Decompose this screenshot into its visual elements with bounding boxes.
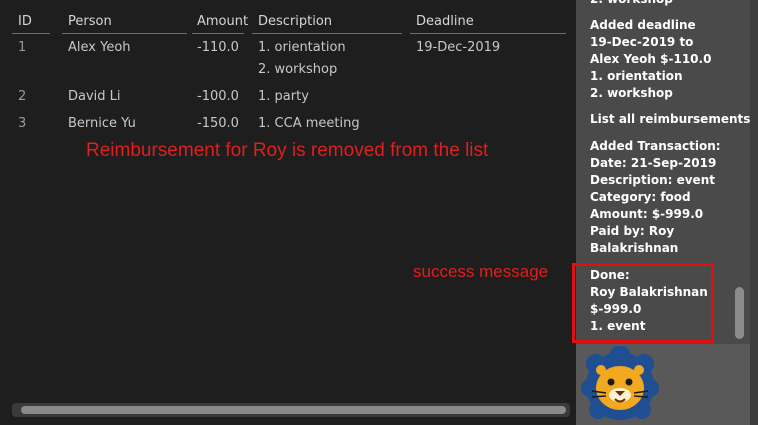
log-message-line: Date: 21-Sep-2019 (590, 156, 717, 170)
log-message-line: Paid by: Roy (590, 224, 675, 238)
log-message-line: Category: food (590, 190, 691, 204)
log-message-line: 19-Dec-2019 to (590, 35, 694, 49)
row-3-person: Bernice Yu (68, 116, 136, 131)
header-underline (192, 33, 244, 34)
row-2-person: David Li (68, 89, 121, 104)
log-message-line: Amount: $-999.0 (590, 207, 704, 221)
window-edge (750, 0, 758, 425)
row-2-amount: -100.0 (197, 89, 239, 104)
header-underline (62, 33, 187, 34)
horizontal-scrollbar-thumb[interactable] (21, 406, 566, 414)
log-message-line: Alex Yeoh $-110.0 (590, 52, 712, 66)
success-message-annotation: success message (413, 262, 549, 281)
removal-annotation: Reimbursement for Roy is removed from th… (86, 140, 489, 161)
log-message-line: 1. orientation (590, 69, 683, 83)
vertical-scrollbar-thumb[interactable] (735, 287, 744, 339)
log-message-line: Added Transaction: (590, 139, 721, 153)
log-message-line: 2. workshop (590, 86, 673, 100)
row-2-description-line-1: 1. party (258, 89, 309, 104)
row-1-deadline: 19-Dec-2019 (416, 40, 501, 55)
row-1-description-line-2: 2. workshop (258, 62, 338, 77)
row-1-id: 1 (18, 40, 27, 55)
log-partial-line: 2. workshop (590, 0, 673, 8)
log-message-line: List all reimbursements. (590, 112, 755, 126)
log-message-line: Added deadline (590, 18, 696, 32)
row-1-description-line-1: 1. orientation (258, 40, 346, 55)
header-underline (252, 33, 402, 34)
row-1-person: Alex Yeoh (68, 40, 131, 55)
log-message-line: Description: event (590, 173, 715, 187)
header-underline (410, 33, 566, 34)
row-3-id: 3 (18, 116, 27, 131)
log-message-line: Balakrishnan (590, 241, 679, 255)
lion-icon (581, 346, 659, 420)
success-message-highlight (572, 263, 714, 343)
header-underline (12, 33, 50, 34)
row-2-id: 2 (18, 89, 27, 104)
row-3-description-line-1: 1. CCA meeting (258, 116, 360, 131)
row-3-amount: -150.0 (197, 116, 239, 131)
row-1-amount: -110.0 (197, 40, 239, 55)
